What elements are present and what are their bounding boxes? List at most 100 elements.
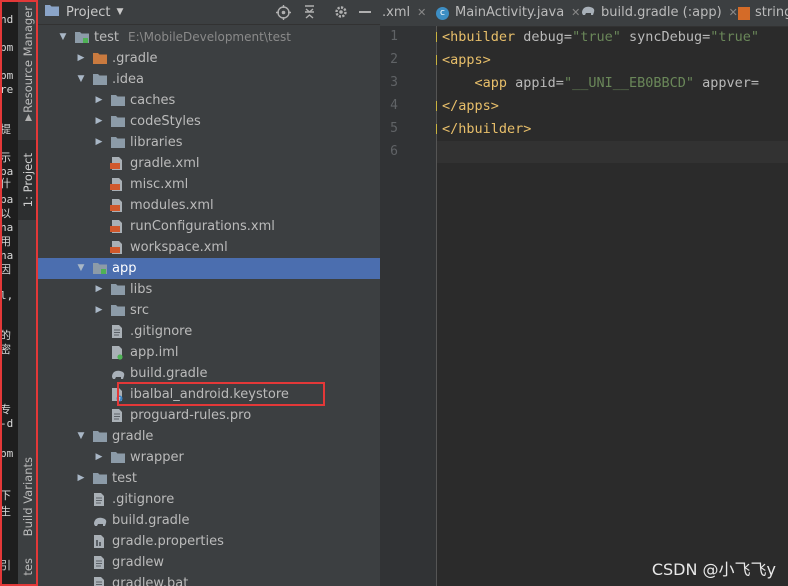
code-line-5[interactable]: </hbuilder> bbox=[442, 121, 531, 137]
expand-arrow-icon[interactable]: ▼ bbox=[76, 69, 86, 90]
project-folder-icon bbox=[44, 3, 60, 21]
code-line-2[interactable]: <apps> bbox=[442, 52, 491, 68]
tree-row[interactable]: build.gradle bbox=[38, 510, 380, 531]
collapse-arrow-icon[interactable]: ▶ bbox=[94, 90, 104, 111]
text-file-icon bbox=[92, 555, 108, 570]
xml-file-icon bbox=[110, 219, 126, 234]
terminal-fragment: 专 bbox=[0, 403, 11, 416]
close-icon[interactable]: ✕ bbox=[417, 0, 426, 26]
tree-row[interactable]: app.iml bbox=[38, 342, 380, 363]
code-line-1[interactable]: <hbuilder debug="true" syncDebug="true" bbox=[442, 29, 759, 45]
tree-row[interactable]: ▼ gradle bbox=[38, 426, 380, 447]
gradle-elephant-icon bbox=[580, 0, 596, 26]
terminal-fragment: ha bbox=[0, 221, 14, 234]
folder-icon bbox=[110, 450, 126, 465]
tree-row[interactable]: .gitignore bbox=[38, 321, 380, 342]
tree-row[interactable]: ▶ caches bbox=[38, 90, 380, 111]
collapse-all-icon[interactable] bbox=[300, 3, 318, 21]
tree-item-label: gradlew bbox=[112, 555, 165, 570]
gear-icon[interactable] bbox=[332, 3, 350, 21]
tree-item-label: build.gradle bbox=[130, 366, 208, 381]
code-line-3[interactable]: <app appid="__UNI__EB0BBCD" appver= bbox=[442, 75, 760, 91]
terminal-fragment: 提 bbox=[0, 123, 11, 136]
tree-row[interactable]: proguard-rules.pro bbox=[38, 405, 380, 426]
tree-row[interactable]: ▶ src bbox=[38, 300, 380, 321]
tool-tab-resource-manager[interactable]: Resource Manager bbox=[18, 6, 38, 113]
collapse-arrow-icon[interactable]: ▶ bbox=[94, 447, 104, 468]
collapse-arrow-icon[interactable]: ▶ bbox=[94, 279, 104, 300]
line-number: 6 bbox=[390, 144, 398, 159]
tree-item-label: .idea bbox=[112, 72, 144, 87]
tree-row[interactable]: runConfigurations.xml bbox=[38, 216, 380, 237]
folder-icon bbox=[110, 282, 126, 297]
project-root-path: E:\MobileDevelopment\test bbox=[128, 30, 291, 44]
expand-arrow-icon[interactable]: ▼ bbox=[76, 426, 86, 447]
view-selector-dropdown-icon[interactable]: ▼ bbox=[116, 7, 123, 17]
expand-arrow-icon[interactable]: ▼ bbox=[58, 27, 68, 48]
tool-tab-project[interactable]: 1: Project bbox=[18, 140, 38, 220]
tree-row[interactable]: gradlew.bat bbox=[38, 573, 380, 586]
tree-row[interactable]: gradle.xml bbox=[38, 153, 380, 174]
editor-tab-mainactivity[interactable]: c MainActivity.java ✕ bbox=[436, 0, 580, 26]
tree-item-label: gradle.properties bbox=[112, 534, 224, 549]
tree-item-label: build.gradle bbox=[112, 513, 190, 528]
tree-row[interactable]: ▶ test bbox=[38, 468, 380, 489]
code-line-4[interactable]: </apps> bbox=[442, 98, 499, 114]
tree-row[interactable]: ▼ .idea bbox=[38, 69, 380, 90]
tree-item-label: app.iml bbox=[130, 345, 179, 360]
tree-row[interactable]: gradle.properties bbox=[38, 531, 380, 552]
terminal-fragment: -d bbox=[0, 417, 14, 430]
tree-row[interactable]: ▶ libs bbox=[38, 279, 380, 300]
tree-row[interactable]: ▶ .gradle bbox=[38, 48, 380, 69]
close-icon[interactable]: ✕ bbox=[729, 0, 738, 26]
editor-tab-xml[interactable]: .xml ✕ bbox=[382, 0, 426, 26]
collapse-arrow-icon[interactable]: ▶ bbox=[94, 132, 104, 153]
tool-tab-build-variants[interactable]: Build Variants bbox=[18, 457, 38, 536]
tree-item-label: libs bbox=[130, 282, 153, 297]
fold-marker-icon[interactable] bbox=[436, 101, 441, 111]
hide-panel-icon[interactable] bbox=[356, 3, 374, 21]
tree-item-label: codeStyles bbox=[130, 114, 201, 129]
tree-item-label: gradle bbox=[112, 429, 154, 444]
editor-tab-label: MainActivity.java bbox=[455, 5, 565, 20]
folder-icon bbox=[110, 135, 126, 150]
tool-tab-structure[interactable]: tes bbox=[18, 548, 38, 586]
close-icon[interactable]: ✕ bbox=[571, 0, 580, 26]
text-file-icon bbox=[110, 408, 126, 423]
tree-row[interactable]: .gitignore bbox=[38, 489, 380, 510]
line-number: 1 bbox=[390, 29, 398, 44]
xml-file-icon bbox=[738, 6, 750, 20]
collapse-arrow-icon[interactable]: ▶ bbox=[94, 111, 104, 132]
tree-row[interactable]: ▼ app bbox=[38, 258, 380, 279]
folder-icon bbox=[110, 303, 126, 318]
tree-item-label: .gitignore bbox=[112, 492, 175, 507]
collapse-arrow-icon[interactable]: ▶ bbox=[76, 468, 86, 489]
tree-row[interactable]: misc.xml bbox=[38, 174, 380, 195]
tree-row[interactable]: ▼ test E:\MobileDevelopment\test bbox=[38, 27, 380, 48]
editor-tab-strings[interactable]: string bbox=[738, 0, 788, 26]
tree-row[interactable]: modules.xml bbox=[38, 195, 380, 216]
line-number: 5 bbox=[390, 121, 398, 136]
collapse-arrow-icon[interactable]: ▶ bbox=[94, 300, 104, 321]
fold-marker-icon[interactable] bbox=[436, 124, 441, 134]
collapse-arrow-icon[interactable]: ▶ bbox=[76, 48, 86, 69]
tree-item-label: modules.xml bbox=[130, 198, 214, 213]
fold-marker-icon[interactable] bbox=[436, 55, 441, 65]
project-view-title[interactable]: Project bbox=[66, 5, 110, 20]
tree-row[interactable]: build.gradle bbox=[38, 363, 380, 384]
tree-row[interactable]: ▶ wrapper bbox=[38, 447, 380, 468]
tree-row[interactable]: ▶ codeStyles bbox=[38, 111, 380, 132]
tree-item-label: runConfigurations.xml bbox=[130, 219, 275, 234]
terminal-fragment: l, bbox=[0, 289, 14, 302]
gradle-elephant-icon bbox=[110, 366, 126, 381]
expand-arrow-icon[interactable]: ▼ bbox=[76, 258, 86, 279]
terminal-fragment: pm bbox=[0, 447, 14, 460]
tree-item-label: workspace.xml bbox=[130, 240, 228, 255]
tree-item-label: gradle.xml bbox=[130, 156, 200, 171]
tree-row[interactable]: ▶ libraries bbox=[38, 132, 380, 153]
tree-row[interactable]: workspace.xml bbox=[38, 237, 380, 258]
fold-marker-icon[interactable] bbox=[436, 32, 441, 42]
tree-row[interactable]: gradlew bbox=[38, 552, 380, 573]
locate-file-icon[interactable] bbox=[274, 3, 292, 21]
editor-tab-build-gradle[interactable]: build.gradle (:app) ✕ bbox=[580, 0, 738, 26]
